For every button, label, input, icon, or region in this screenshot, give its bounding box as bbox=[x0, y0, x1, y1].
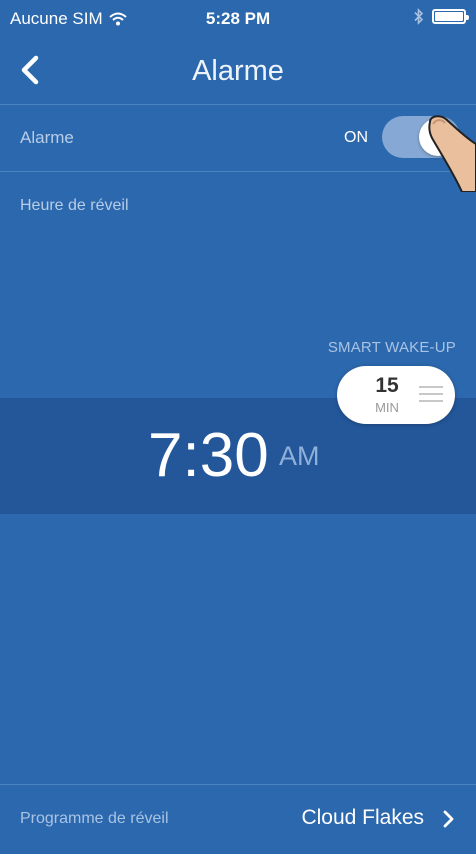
smart-wake-minutes: 15 bbox=[375, 374, 399, 397]
toggle-knob bbox=[419, 118, 457, 156]
alarm-row: Alarme ON bbox=[0, 104, 476, 171]
status-right bbox=[414, 8, 469, 25]
divider bbox=[0, 171, 476, 172]
wake-time-label: Heure de réveil bbox=[20, 197, 129, 214]
bluetooth-icon bbox=[414, 8, 424, 25]
drag-handle-icon[interactable] bbox=[419, 386, 443, 404]
status-bar: Aucune SIM 5:28 PM bbox=[0, 0, 476, 36]
status-time: 5:28 PM bbox=[205, 9, 271, 28]
smart-wake-unit: MIN bbox=[375, 400, 399, 415]
wake-time-ampm: AM bbox=[279, 441, 320, 471]
chevron-right-icon bbox=[443, 810, 454, 828]
page-title: Alarme bbox=[192, 55, 284, 87]
battery-icon bbox=[432, 9, 469, 24]
smart-wake-label: SMART WAKE-UP bbox=[327, 339, 456, 356]
wake-time-value[interactable]: 7:30 bbox=[148, 425, 269, 487]
smart-wake-slider[interactable]: 15 MIN bbox=[337, 366, 455, 424]
nav-bar: Alarme bbox=[0, 36, 476, 104]
program-value: Cloud Flakes bbox=[301, 806, 424, 829]
wake-program-row[interactable]: Programme de réveil Cloud Flakes bbox=[0, 784, 476, 854]
alarm-state-label: ON bbox=[344, 129, 368, 146]
program-label: Programme de réveil bbox=[20, 810, 169, 827]
alarm-toggle[interactable] bbox=[382, 116, 460, 158]
alarm-label: Alarme bbox=[20, 128, 74, 147]
